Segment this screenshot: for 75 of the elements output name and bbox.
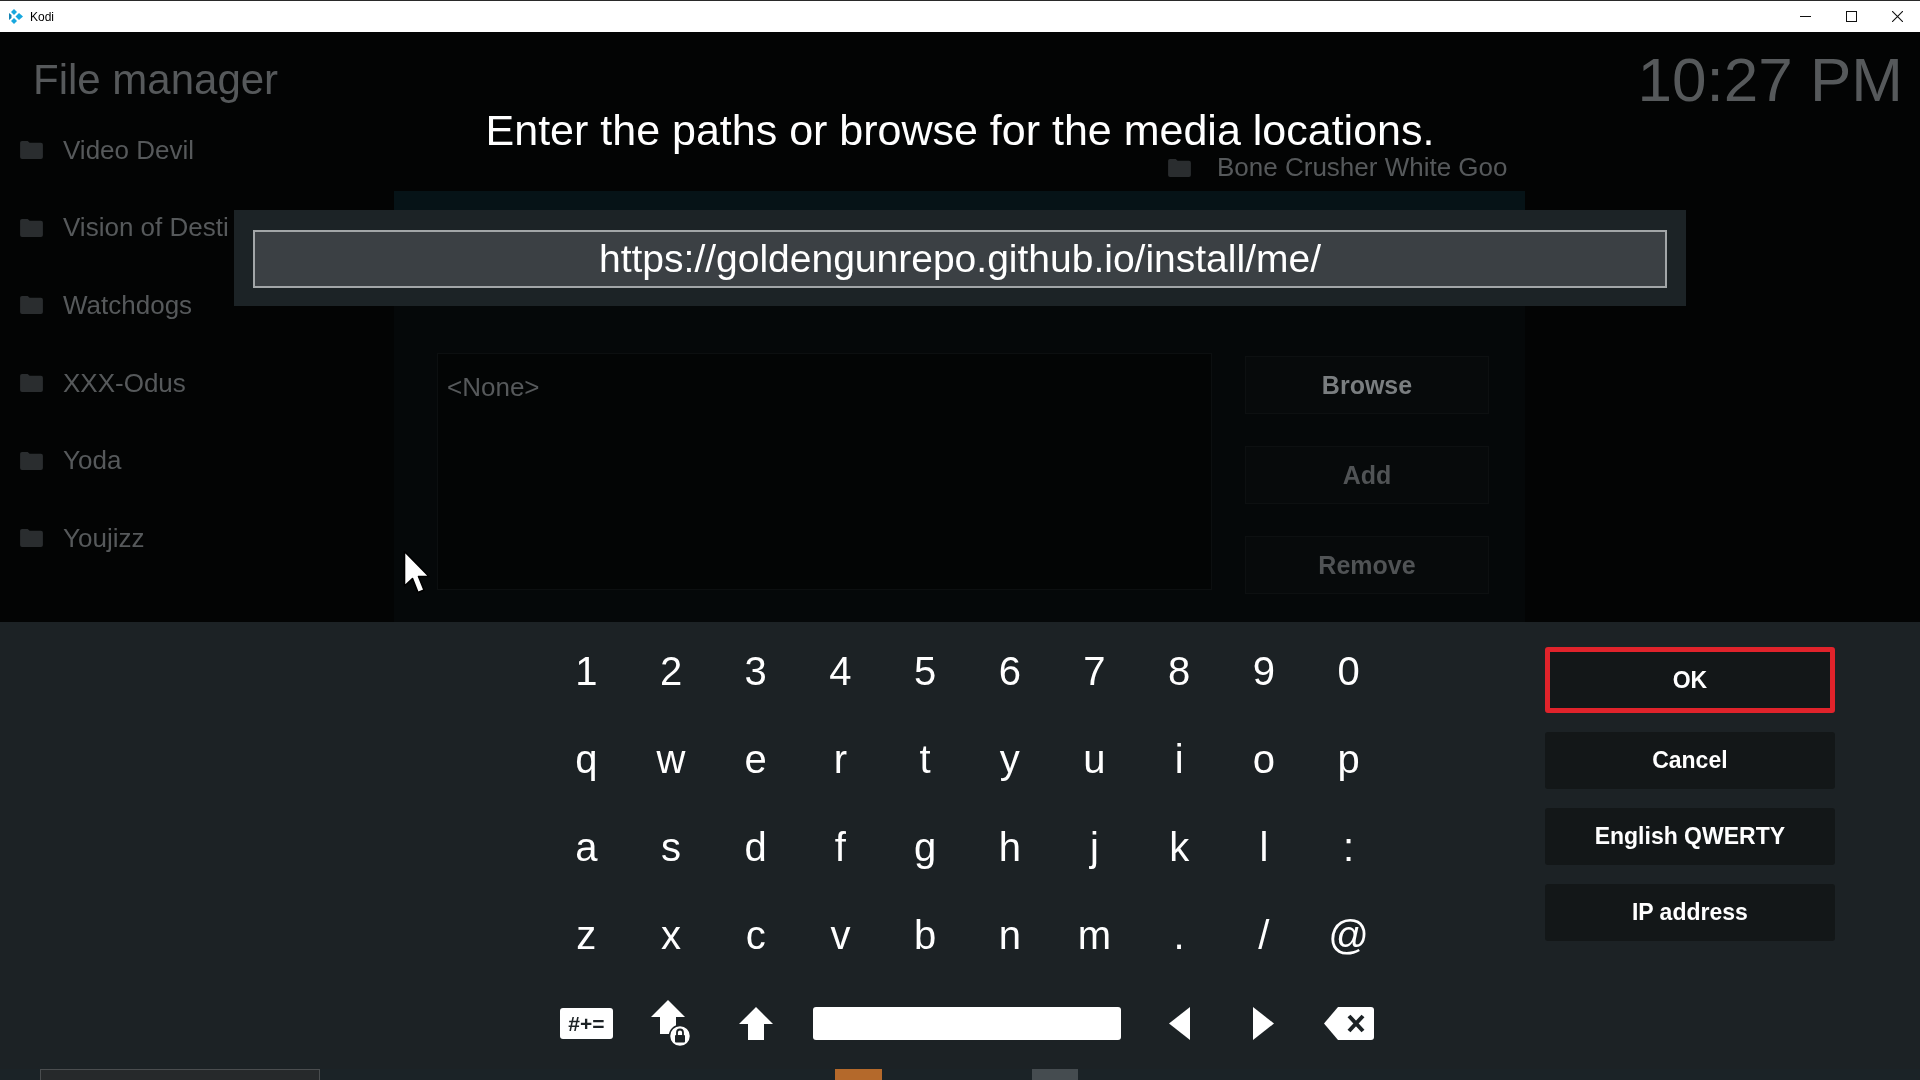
keyboard-key[interactable]: / [1233, 904, 1294, 966]
keyboard-key[interactable]: 2 [641, 640, 702, 702]
shift-key[interactable] [738, 1006, 773, 1040]
url-input-field[interactable]: https://goldengunrepo.github.io/install/me/ [253, 230, 1667, 288]
keyboard-key[interactable]: l [1233, 816, 1294, 878]
window-title: Kodi [30, 9, 55, 24]
keyboard-key[interactable]: 3 [725, 640, 786, 702]
keyboard-key[interactable]: 4 [810, 640, 871, 702]
left-triangle-icon [1168, 1006, 1190, 1040]
keyboard-key[interactable]: 8 [1149, 640, 1210, 702]
folder-icon [20, 295, 43, 315]
backspace-key[interactable] [1323, 1006, 1374, 1040]
mouse-pointer-icon [403, 550, 431, 595]
keyboard-key[interactable]: u [1064, 728, 1125, 790]
keyboard-key[interactable]: i [1149, 728, 1210, 790]
keyboard-key[interactable]: a [556, 816, 617, 878]
keyboard-key[interactable]: j [1064, 816, 1125, 878]
dialog-button[interactable]: OK [1544, 647, 1835, 713]
folder-icon [1168, 157, 1191, 177]
paths-entry: <None> [447, 372, 540, 402]
caps-lock-key[interactable] [651, 999, 692, 1047]
keyboard-key[interactable]: t [895, 728, 956, 790]
keyboard-key[interactable]: z [556, 904, 617, 966]
cursor-right-key[interactable] [1253, 1006, 1275, 1040]
close-icon [1891, 11, 1903, 22]
keyboard-key[interactable]: g [895, 816, 956, 878]
keyboard-key[interactable]: 1 [556, 640, 617, 702]
keyboard-key[interactable]: @ [1318, 904, 1379, 966]
keyboard-key[interactable]: . [1149, 904, 1210, 966]
space-bar[interactable] [813, 1006, 1122, 1040]
keyboard-key[interactable]: y [979, 728, 1040, 790]
keyboard-key[interactable]: m [1064, 904, 1125, 966]
keyboard-key[interactable]: r [810, 728, 871, 790]
folder-icon [20, 528, 43, 548]
shift-lock-icon [651, 999, 692, 1047]
clock: 10:27 PM [1637, 48, 1903, 112]
dialog-button[interactable]: IP address [1544, 884, 1835, 941]
dialog-button[interactable]: Browse [1245, 356, 1489, 414]
keyboard-key[interactable]: h [979, 816, 1040, 878]
folder-icon [20, 373, 43, 393]
symbols-key[interactable]: #+= [559, 1007, 613, 1039]
keyboard-key[interactable]: 9 [1233, 640, 1294, 702]
right-triangle-icon [1253, 1006, 1275, 1040]
keyboard-key[interactable]: d [725, 816, 786, 878]
keyboard-key[interactable]: q [556, 728, 617, 790]
app-logo-icon [9, 9, 23, 24]
keyboard-key[interactable]: : [1318, 816, 1379, 878]
keyboard-key[interactable]: b [895, 904, 956, 966]
search-field[interactable] [40, 1069, 320, 1080]
keyboard-key[interactable]: k [1149, 816, 1210, 878]
dialog-button[interactable]: English QWERTY [1544, 808, 1835, 865]
keyboard-key[interactable]: v [810, 904, 871, 966]
keyboard-key[interactable]: o [1233, 728, 1294, 790]
keyboard-key[interactable]: s [641, 816, 702, 878]
page-title: File manager [33, 55, 279, 105]
keyboard-key[interactable]: w [641, 728, 702, 790]
keyboard-key[interactable]: e [725, 728, 786, 790]
folder-icon [20, 140, 43, 160]
dialog-heading: Enter the paths or browse for the media locations. [485, 107, 1435, 153]
keyboard-key[interactable]: 5 [895, 640, 956, 702]
folder-icon [20, 450, 43, 470]
keyboard-key[interactable]: f [810, 816, 871, 878]
dialog-button[interactable]: Cancel [1544, 732, 1835, 789]
shift-arrow-icon [738, 1006, 773, 1040]
keyboard-key[interactable]: 6 [979, 640, 1040, 702]
backspace-icon [1323, 1006, 1374, 1040]
keyboard-key[interactable]: x [641, 904, 702, 966]
keyboard-key[interactable]: p [1318, 728, 1379, 790]
keyboard-key[interactable]: 0 [1318, 640, 1379, 702]
keyboard-key[interactable]: n [979, 904, 1040, 966]
keyboard-key[interactable]: c [725, 904, 786, 966]
folder-icon [20, 217, 43, 237]
maximize-icon [1845, 11, 1857, 22]
keyboard-key[interactable]: 7 [1064, 640, 1125, 702]
cursor-left-key[interactable] [1168, 1006, 1190, 1040]
